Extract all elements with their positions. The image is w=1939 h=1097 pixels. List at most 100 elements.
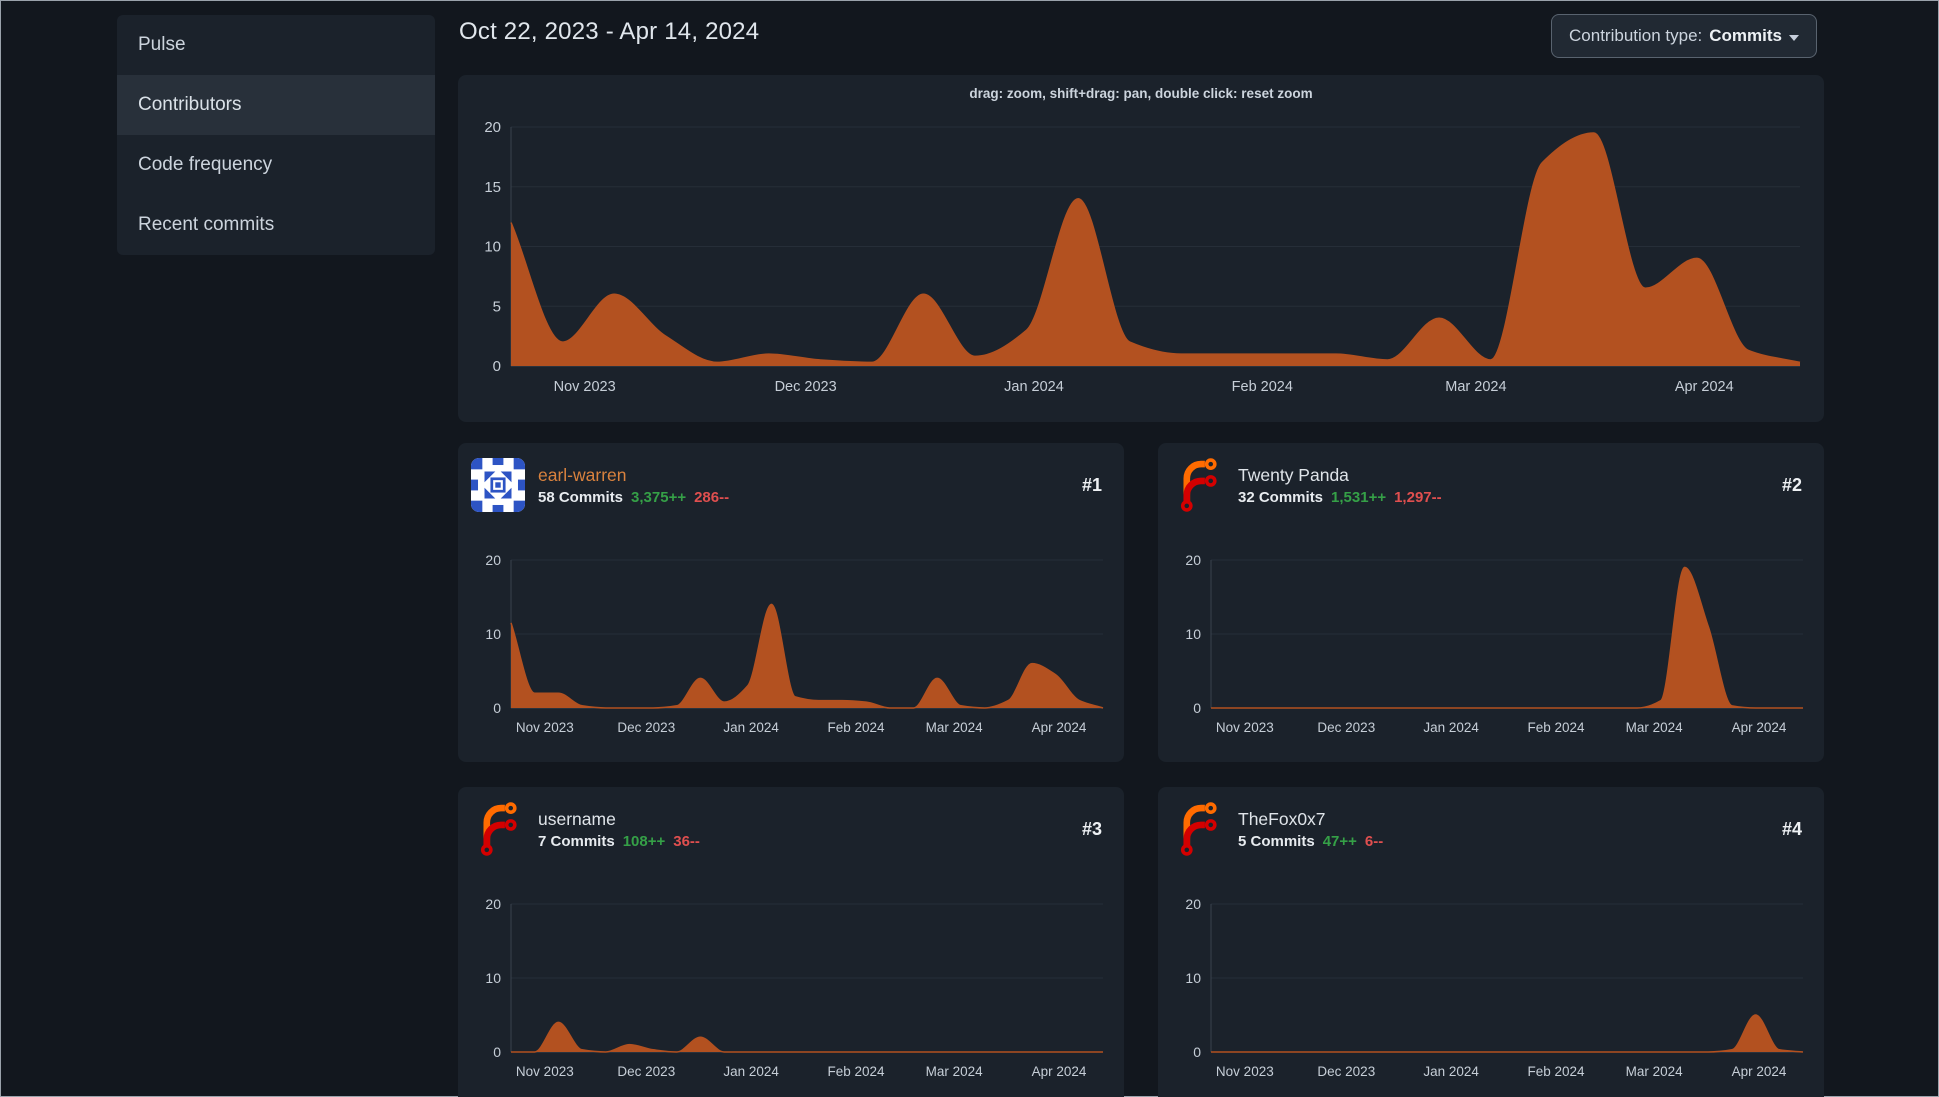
svg-text:Jan 2024: Jan 2024 — [1004, 379, 1064, 395]
deletions-count: 286-- — [694, 489, 730, 506]
commit-count: 5 Commits — [1238, 833, 1315, 850]
contributor-card: username 7 Commits 108++ 36-- #3 0 10 20 No… — [458, 787, 1124, 1097]
contributor-avatar — [471, 458, 525, 512]
svg-text:10: 10 — [485, 626, 501, 642]
deletions-count: 6-- — [1364, 833, 1384, 850]
contribution-type-value: Commits — [1709, 26, 1782, 45]
svg-text:Dec 2023: Dec 2023 — [617, 720, 675, 735]
svg-text:Mar 2024: Mar 2024 — [1626, 720, 1684, 735]
svg-text:Feb 2024: Feb 2024 — [1232, 379, 1293, 395]
svg-text:Nov 2023: Nov 2023 — [516, 1064, 574, 1079]
svg-text:Jan 2024: Jan 2024 — [723, 720, 779, 735]
contributor-name[interactable]: TheFox0x7 — [1238, 808, 1769, 830]
sidebar-item-code-frequency[interactable]: Code frequency — [117, 135, 435, 195]
svg-text:Mar 2024: Mar 2024 — [1445, 379, 1506, 395]
svg-text:10: 10 — [1185, 626, 1201, 642]
svg-text:Nov 2023: Nov 2023 — [1216, 1064, 1274, 1079]
contributor-card: TheFox0x7 5 Commits 47++ 6-- #4 0 10 20 Nov… — [1158, 787, 1824, 1097]
svg-text:20: 20 — [485, 552, 501, 568]
contributor-avatar — [1171, 458, 1225, 512]
contributor-stats: 5 Commits 47++ 6-- — [1238, 833, 1769, 850]
contributor-meta: username 7 Commits 108++ 36-- — [538, 808, 1069, 850]
contributor-stats: 58 Commits 3,375++ 286-- — [538, 489, 1069, 506]
deletions-count: 36-- — [673, 833, 700, 850]
contributor-avatar — [471, 802, 525, 856]
contributor-card: Twenty Panda 32 Commits 1,531++ 1,297-- … — [1158, 443, 1824, 762]
svg-text:0: 0 — [493, 1044, 501, 1060]
main-content: Oct 22, 2023 - Apr 14, 2024 Contribution… — [458, 0, 1824, 1097]
svg-text:Apr 2024: Apr 2024 — [1032, 1064, 1087, 1079]
svg-text:20: 20 — [484, 119, 501, 136]
svg-text:0: 0 — [493, 700, 501, 716]
main-activity-chart[interactable]: 0 5 10 15 20 Nov 2023 Dec 2023 Jan 2024 Feb 2024… — [458, 75, 1824, 422]
commit-count: 7 Commits — [538, 833, 615, 850]
contributor-name[interactable]: Twenty Panda — [1238, 464, 1769, 486]
additions-count: 108++ — [622, 833, 666, 850]
commit-count: 32 Commits — [1238, 489, 1324, 506]
contributor-activity-chart[interactable]: 0 10 20 Nov 2023 Dec 2023 Jan 2024 Feb 2024 Mar… — [1158, 869, 1824, 1094]
additions-count: 3,375++ — [631, 489, 687, 506]
contributor-cards: earl-warren 58 Commits 3,375++ 286-- #1 … — [458, 443, 1824, 1097]
contributor-name[interactable]: username — [538, 808, 1069, 830]
contributor-rank: #3 — [1081, 818, 1102, 839]
svg-text:Nov 2023: Nov 2023 — [516, 720, 574, 735]
sidebar-item-contributors[interactable]: Contributors — [117, 75, 435, 135]
contributor-card-header: TheFox0x7 5 Commits 47++ 6-- #4 — [1158, 787, 1824, 856]
svg-text:Mar 2024: Mar 2024 — [1626, 1064, 1684, 1079]
additions-count: 47++ — [1322, 833, 1357, 850]
svg-text:0: 0 — [1193, 700, 1201, 716]
contributor-card: earl-warren 58 Commits 3,375++ 286-- #1 … — [458, 443, 1124, 762]
svg-text:Mar 2024: Mar 2024 — [926, 720, 984, 735]
svg-text:Dec 2023: Dec 2023 — [1317, 1064, 1375, 1079]
svg-text:Apr 2024: Apr 2024 — [1032, 720, 1087, 735]
chevron-down-icon — [1789, 34, 1799, 41]
svg-text:Apr 2024: Apr 2024 — [1732, 1064, 1787, 1079]
sidebar-item-recent-commits[interactable]: Recent commits — [117, 195, 435, 255]
svg-text:Feb 2024: Feb 2024 — [1528, 720, 1586, 735]
svg-text:0: 0 — [1193, 1044, 1201, 1060]
commit-count: 58 Commits — [538, 489, 624, 506]
contributor-activity-chart[interactable]: 0 10 20 Nov 2023 Dec 2023 Jan 2024 Feb 2024 Mar… — [1158, 525, 1824, 750]
svg-text:Jan 2024: Jan 2024 — [723, 1064, 779, 1079]
svg-text:0: 0 — [493, 358, 501, 375]
sidebar-item-pulse[interactable]: Pulse — [117, 15, 435, 75]
svg-text:Apr 2024: Apr 2024 — [1675, 379, 1734, 395]
svg-text:Jan 2024: Jan 2024 — [1423, 1064, 1479, 1079]
svg-text:20: 20 — [1185, 552, 1201, 568]
contributor-avatar — [1171, 802, 1225, 856]
svg-text:Feb 2024: Feb 2024 — [828, 720, 886, 735]
contribution-type-label: Contribution type: — [1569, 26, 1703, 45]
contribution-type-dropdown[interactable]: Contribution type: Commits — [1551, 14, 1817, 58]
contributor-card-header: Twenty Panda 32 Commits 1,531++ 1,297-- … — [1158, 443, 1824, 512]
contributor-rank: #1 — [1081, 474, 1102, 495]
cards-row-2: username 7 Commits 108++ 36-- #3 0 10 20 No… — [458, 787, 1824, 1097]
additions-count: 1,531++ — [1331, 489, 1387, 506]
contributor-card-header: earl-warren 58 Commits 3,375++ 286-- #1 — [458, 443, 1124, 512]
svg-text:20: 20 — [485, 896, 501, 912]
svg-text:5: 5 — [493, 298, 501, 315]
contributor-stats: 7 Commits 108++ 36-- — [538, 833, 1069, 850]
svg-text:10: 10 — [485, 970, 501, 986]
contributor-activity-chart[interactable]: 0 10 20 Nov 2023 Dec 2023 Jan 2024 Feb 2024 Mar… — [458, 869, 1124, 1094]
svg-text:Mar 2024: Mar 2024 — [926, 1064, 984, 1079]
svg-text:15: 15 — [484, 179, 501, 196]
svg-text:Dec 2023: Dec 2023 — [1317, 720, 1375, 735]
svg-text:10: 10 — [484, 239, 501, 256]
repo-activity-panel: drag: zoom, shift+drag: pan, double clic… — [458, 75, 1824, 422]
contributor-card-header: username 7 Commits 108++ 36-- #3 — [458, 787, 1124, 856]
contributor-rank: #4 — [1781, 818, 1802, 839]
svg-text:Apr 2024: Apr 2024 — [1732, 720, 1787, 735]
svg-text:Feb 2024: Feb 2024 — [1528, 1064, 1586, 1079]
svg-text:Nov 2023: Nov 2023 — [1216, 720, 1274, 735]
contributor-activity-chart[interactable]: 0 10 20 Nov 2023 Dec 2023 Jan 2024 Feb 2024 Mar… — [458, 525, 1124, 750]
contributor-meta: TheFox0x7 5 Commits 47++ 6-- — [1238, 808, 1769, 850]
svg-text:Dec 2023: Dec 2023 — [617, 1064, 675, 1079]
contributors-activity-page: Pulse Contributors Code frequency Recent… — [0, 0, 1939, 1097]
cards-row-1: earl-warren 58 Commits 3,375++ 286-- #1 … — [458, 443, 1824, 762]
date-range-title: Oct 22, 2023 - Apr 14, 2024 — [459, 18, 760, 45]
deletions-count: 1,297-- — [1394, 489, 1442, 506]
svg-text:Jan 2024: Jan 2024 — [1423, 720, 1479, 735]
contributor-meta: Twenty Panda 32 Commits 1,531++ 1,297-- — [1238, 464, 1769, 506]
contributor-name[interactable]: earl-warren — [538, 464, 1069, 486]
svg-text:20: 20 — [1185, 896, 1201, 912]
